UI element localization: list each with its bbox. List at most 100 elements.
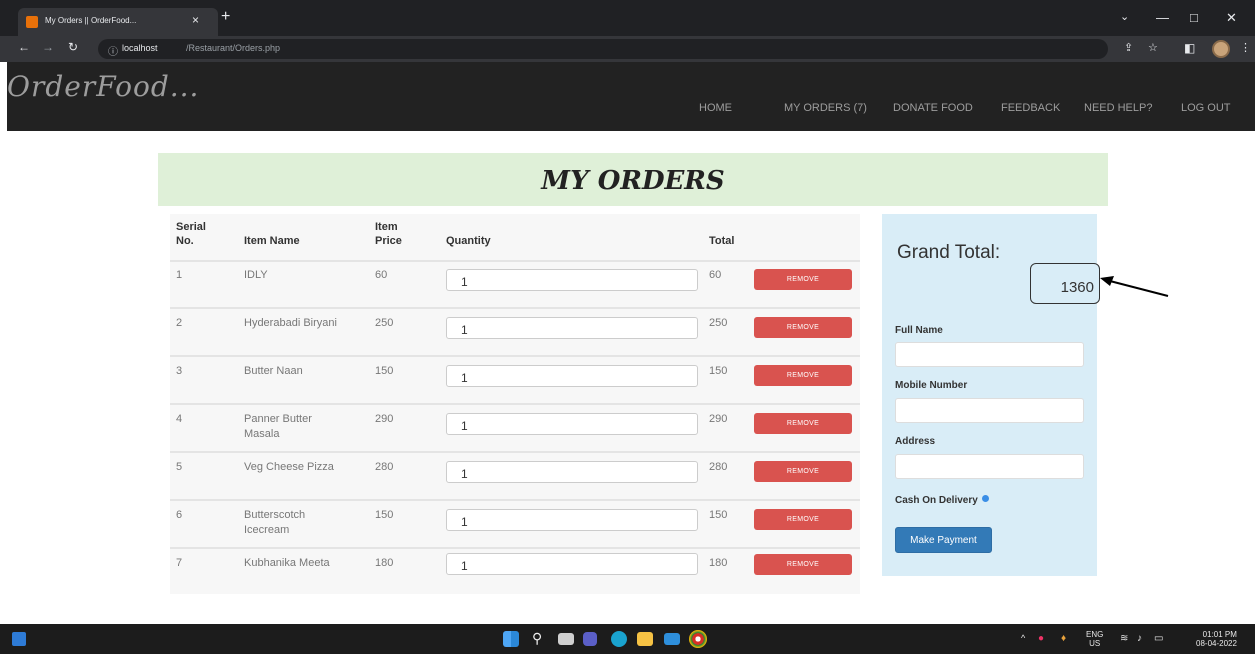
full-name-label: Full Name [895, 325, 943, 336]
battery-icon[interactable]: ▭ [1154, 633, 1163, 644]
nav-my-orders[interactable]: MY ORDERS (7) [784, 102, 867, 114]
quantity-input[interactable] [446, 509, 698, 531]
cash-on-delivery-option[interactable]: Cash On Delivery [895, 495, 989, 506]
row-serial: 5 [176, 461, 183, 473]
cod-radio[interactable] [981, 495, 989, 502]
reload-icon[interactable]: ↻ [68, 40, 78, 54]
row-total: 290 [709, 413, 728, 425]
tray-app-icon[interactable]: ● [1038, 633, 1044, 644]
address-field[interactable] [895, 454, 1084, 479]
mobile-number-field[interactable] [895, 398, 1084, 423]
forward-icon[interactable]: → [42, 40, 54, 54]
page-title: MY ORDERS [541, 166, 725, 196]
annotation-arrow-icon [1100, 276, 1169, 297]
col-header-serial: Serial No. [176, 221, 206, 247]
search-icon[interactable]: ⚲ [532, 629, 548, 646]
remove-button[interactable]: REMOVE [754, 509, 852, 530]
full-name-field[interactable] [895, 342, 1084, 367]
row-total: 150 [709, 365, 728, 377]
row-divider [170, 403, 860, 405]
row-divider [170, 499, 860, 501]
quantity-input[interactable] [446, 365, 698, 387]
address-label: Address [895, 436, 936, 447]
col-header-item-price: Item Price [375, 221, 402, 247]
windows-taskbar: ⚲ ^ ● ♦ ENG US ≋ ♪ ▭ 01:01 PM 08-04-2022 [0, 624, 1255, 654]
tab-title: My Orders || OrderFood... [45, 16, 137, 25]
row-item-name: Kubhanika Meeta [244, 557, 330, 569]
remove-button[interactable]: REMOVE [754, 413, 852, 434]
nav-home[interactable]: HOME [699, 102, 732, 114]
close-window-button[interactable]: ✕ [1226, 10, 1237, 26]
quantity-input[interactable] [446, 269, 698, 291]
tab-close-icon[interactable]: × [192, 13, 199, 27]
header-divider [170, 260, 860, 262]
minimize-button[interactable]: — [1156, 10, 1169, 25]
browser-tab[interactable]: My Orders || OrderFood... × [18, 8, 218, 36]
browser-titlebar: My Orders || OrderFood... × + ⌄ — □ ✕ [0, 0, 1255, 36]
col-header-total: Total [709, 235, 735, 247]
nav-log-out[interactable]: LOG OUT [1181, 102, 1231, 114]
row-total: 180 [709, 557, 728, 569]
remove-button[interactable]: REMOVE [754, 461, 852, 482]
grand-total-label: Grand Total: [897, 242, 1001, 263]
row-divider [170, 451, 860, 453]
remove-button[interactable]: REMOVE [754, 554, 852, 575]
row-item-name: Butterscotch Icecream [244, 509, 306, 536]
site-navbar: OrderFood... HOME MY ORDERS (7) DONATE F… [7, 62, 1255, 131]
clock[interactable]: 01:01 PM 08-04-2022 [1196, 630, 1237, 648]
remove-button[interactable]: REMOVE [754, 317, 852, 338]
quantity-input[interactable] [446, 317, 698, 339]
quantity-input[interactable] [446, 553, 698, 575]
teams-icon[interactable] [583, 632, 597, 646]
checkout-panel: Grand Total: 1360 Full Name Mobile Numbe… [882, 214, 1100, 576]
file-explorer-icon[interactable] [637, 632, 653, 646]
row-serial: 1 [176, 269, 183, 281]
row-item-name: Panner Butter Masala [244, 413, 312, 440]
clock-time: 01:01 PM [1202, 630, 1237, 639]
tray-overflow-icon[interactable]: ^ [1021, 633, 1025, 643]
orders-banner: MY ORDERS [158, 153, 1108, 206]
maximize-button[interactable]: □ [1190, 10, 1198, 25]
quantity-input[interactable] [446, 461, 698, 483]
row-price: 250 [375, 317, 394, 329]
profile-avatar[interactable] [1212, 40, 1230, 58]
url-path: /Restaurant/Orders.php [186, 43, 281, 53]
share-icon[interactable]: ⇪ [1124, 41, 1133, 54]
mobile-number-label: Mobile Number [895, 380, 968, 391]
volume-icon[interactable]: ♪ [1137, 633, 1142, 644]
edge-icon[interactable] [611, 631, 627, 647]
site-logo[interactable]: OrderFood... [7, 70, 199, 103]
quantity-input[interactable] [446, 413, 698, 435]
row-serial: 7 [176, 557, 183, 569]
row-price: 150 [375, 509, 394, 521]
cod-label: Cash On Delivery [895, 495, 978, 506]
tray-alert-icon[interactable]: ♦ [1061, 633, 1066, 644]
nav-need-help[interactable]: NEED HELP? [1084, 102, 1152, 114]
app-icon[interactable] [12, 632, 26, 646]
menu-kebab-icon[interactable]: ⋮ [1240, 41, 1251, 54]
site-info-icon[interactable]: ⓘ [108, 43, 118, 58]
nav-feedback[interactable]: FEEDBACK [1001, 102, 1060, 114]
new-tab-button[interactable]: + [221, 9, 230, 25]
remove-button[interactable]: REMOVE [754, 269, 852, 290]
back-icon[interactable]: ← [18, 40, 30, 54]
sidebar-icon[interactable]: ◧ [1184, 41, 1195, 55]
row-total: 60 [709, 269, 722, 281]
nav-donate-food[interactable]: DONATE FOOD [893, 102, 973, 114]
make-payment-button[interactable]: Make Payment [895, 527, 992, 553]
bookmark-star-icon[interactable]: ☆ [1148, 41, 1158, 54]
row-item-name: IDLY [244, 269, 268, 281]
row-total: 280 [709, 461, 728, 473]
chrome-icon[interactable] [689, 630, 707, 648]
start-icon[interactable] [503, 631, 519, 647]
mail-icon[interactable] [664, 633, 680, 645]
row-item-name: Butter Naan [244, 365, 303, 377]
url-field[interactable]: ⓘ localhost /Restaurant/Orders.php [98, 39, 1108, 59]
language-indicator[interactable]: ENG US [1086, 630, 1103, 648]
row-price: 180 [375, 557, 394, 569]
tab-search-icon[interactable]: ⌄ [1120, 10, 1129, 23]
language-bottom: US [1089, 639, 1101, 648]
remove-button[interactable]: REMOVE [754, 365, 852, 386]
wifi-icon[interactable]: ≋ [1120, 633, 1128, 644]
task-view-icon[interactable] [558, 633, 574, 645]
